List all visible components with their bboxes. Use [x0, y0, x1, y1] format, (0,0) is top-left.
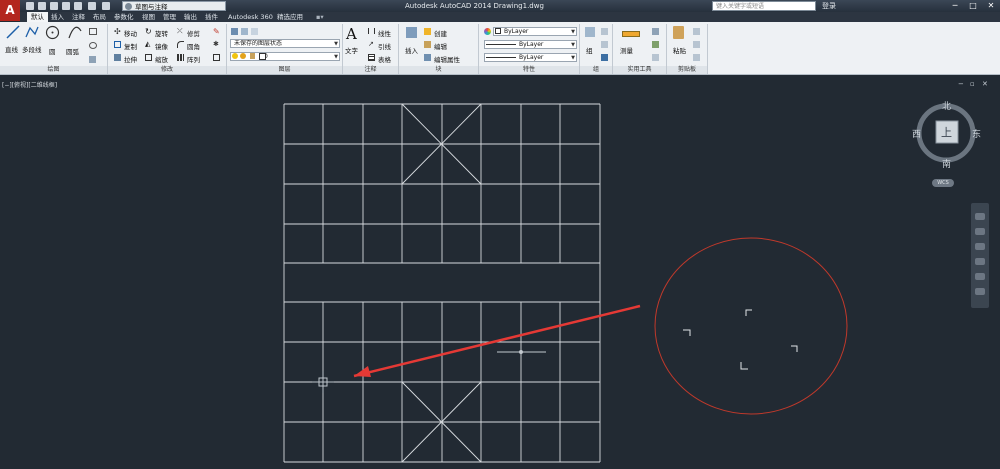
annotation-arrow-line: [353, 304, 641, 378]
pan-icon[interactable]: [975, 228, 985, 235]
viewcube-south[interactable]: 南: [942, 157, 951, 170]
zoomed-cursor-detail: [683, 309, 798, 370]
wcs-menu[interactable]: WCS: [932, 179, 954, 187]
annotation-circle: [654, 237, 848, 415]
snap-marker: [497, 350, 546, 354]
steering-wheel-icon[interactable]: [975, 213, 985, 220]
showmotion-icon[interactable]: [975, 273, 985, 280]
annotation-arrow-head: [354, 366, 371, 377]
chessboard-grid: [283, 103, 601, 463]
drawing-canvas[interactable]: [0, 0, 1000, 469]
zoom-icon[interactable]: [975, 243, 985, 250]
viewcube-west[interactable]: 西: [912, 127, 921, 140]
navbar-options-icon[interactable]: [975, 288, 985, 295]
viewcube-east[interactable]: 东: [972, 127, 981, 140]
orbit-icon[interactable]: [975, 258, 985, 265]
navigation-bar: [971, 203, 989, 308]
viewcube-top-face[interactable]: 上: [941, 124, 952, 140]
viewcube-north[interactable]: 北: [942, 99, 951, 112]
crosshair-cursor: [312, 371, 334, 393]
